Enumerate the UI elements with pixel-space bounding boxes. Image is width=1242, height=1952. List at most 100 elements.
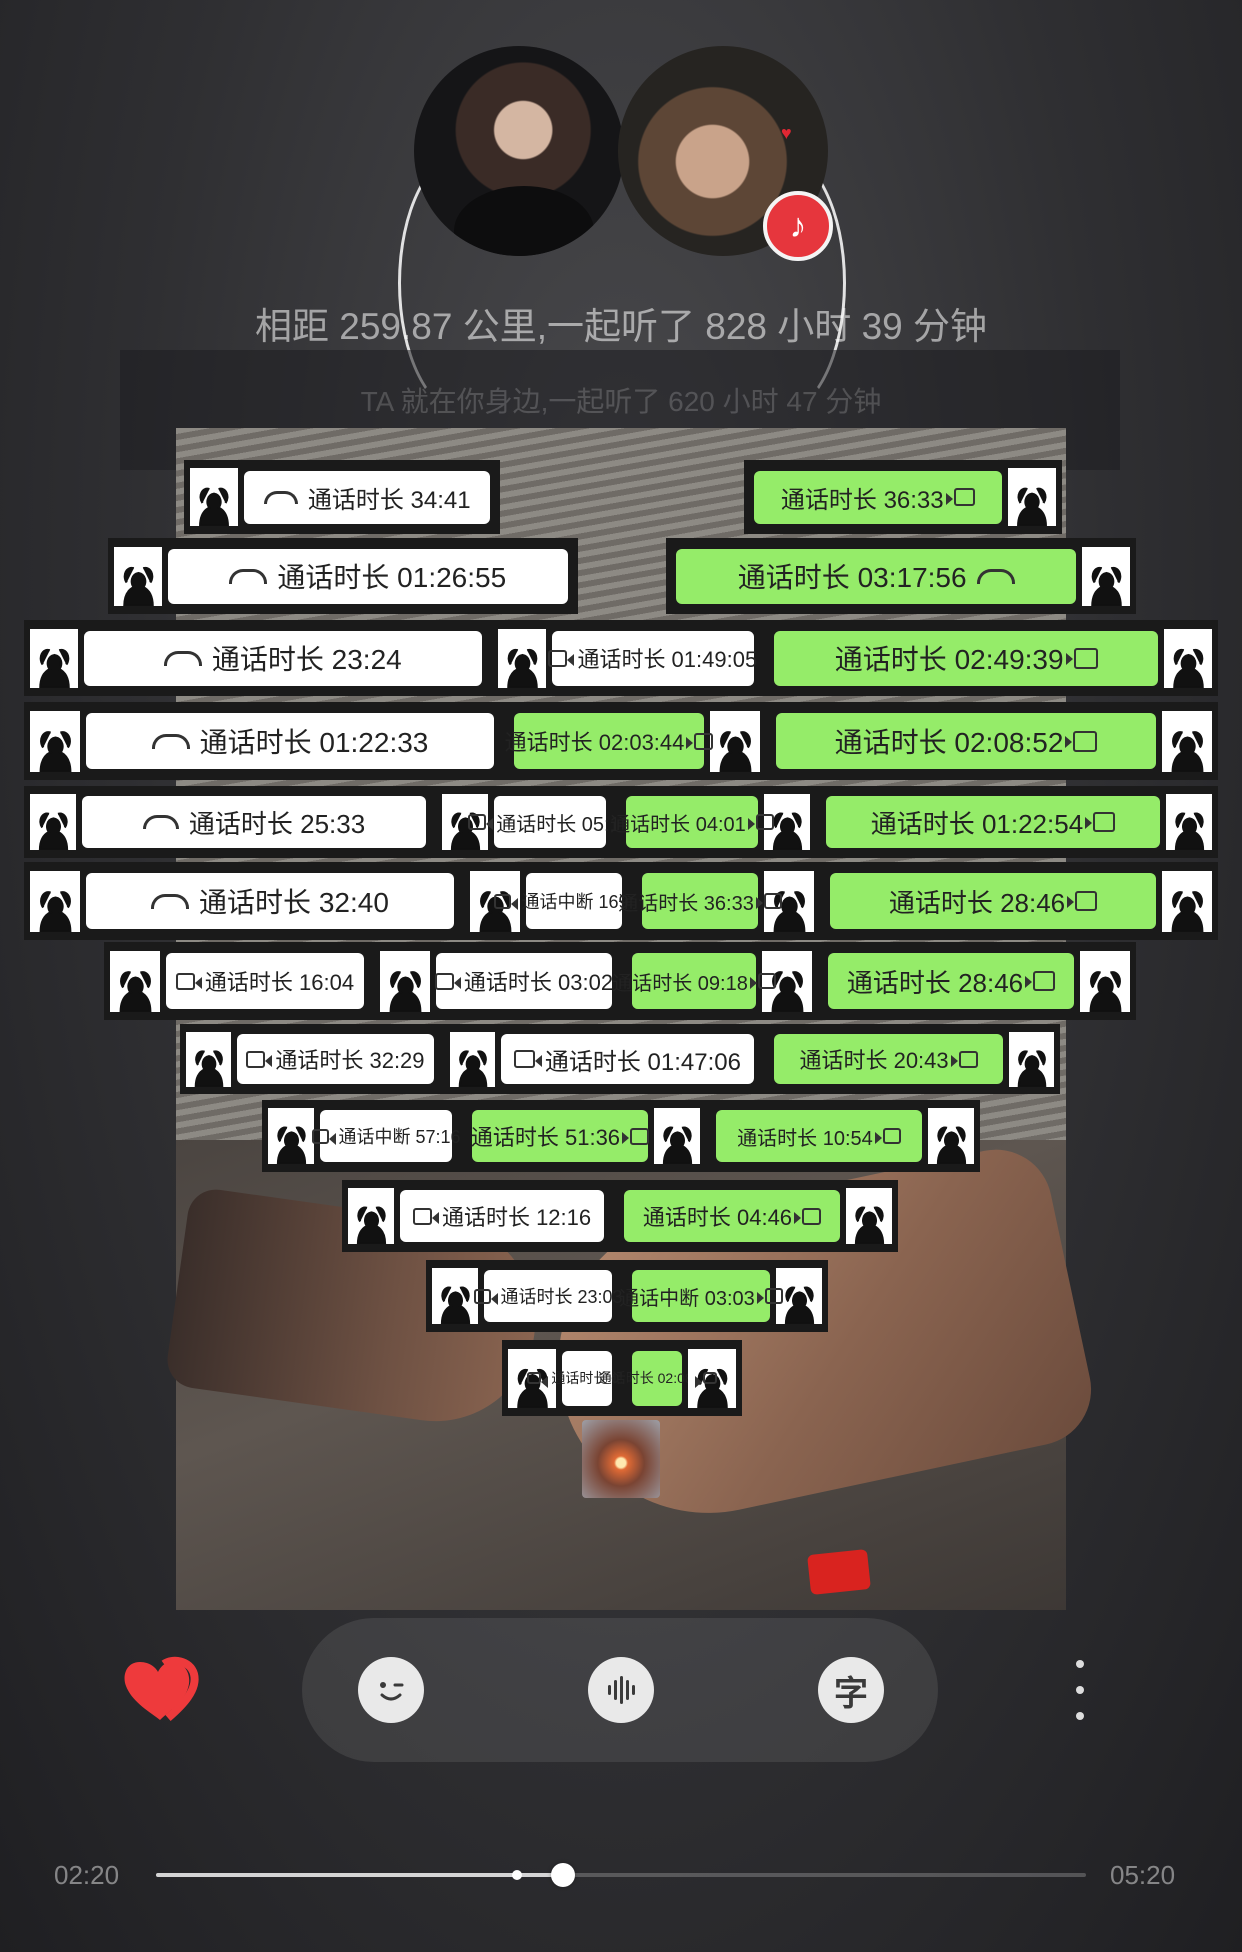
lyrics-button[interactable]: 字 (818, 1657, 884, 1723)
user-avatar-left[interactable] (414, 46, 624, 256)
contact-avatar[interactable] (1164, 628, 1212, 688)
contact-avatar[interactable] (1080, 950, 1130, 1012)
call-bubble[interactable]: 通话中断 03:03 (619, 1270, 783, 1322)
contact-avatar[interactable] (190, 468, 238, 526)
video-icon (246, 1050, 273, 1068)
contact-avatar[interactable] (450, 1031, 495, 1087)
call-bubble[interactable]: 通话时长 04:01 (610, 796, 774, 848)
phone-icon (151, 733, 190, 749)
contact-avatar[interactable] (1162, 870, 1212, 932)
call-bubble[interactable]: 通话时长 23:03 (473, 1270, 623, 1322)
call-record-tile: 通话时长 02:49:39 (764, 620, 1218, 696)
video-icon (527, 1372, 549, 1388)
call-bubble[interactable]: 通话时长 03:02 (434, 953, 613, 1009)
call-bubble[interactable]: 通话时长 25:33 (82, 796, 427, 848)
contact-avatar[interactable] (380, 950, 430, 1012)
call-bubble[interactable]: 通话时长 32:40 (86, 873, 454, 929)
contact-avatar[interactable] (1166, 794, 1212, 850)
call-bubble[interactable]: 通话中断 169:58 (494, 873, 654, 929)
call-bubble[interactable]: 通话时长 03:17:56 (676, 548, 1076, 604)
contact-avatar[interactable] (186, 1031, 231, 1087)
contact-avatar[interactable] (110, 950, 160, 1012)
phone-icon (263, 490, 298, 504)
call-bubble[interactable]: 通话时长 09:18 (612, 953, 776, 1009)
call-bubble[interactable]: 通话时长 01:22:54 (825, 796, 1160, 848)
distance-text: 相距 259.87 公里,一起听了 828 小时 39 分钟 (254, 306, 987, 347)
sound-wave-icon[interactable] (588, 1657, 654, 1723)
contact-avatar[interactable] (928, 1108, 974, 1164)
call-duration-label: 通话时长 01:22:54 (870, 808, 1084, 839)
call-duration-label: 通话时长 02:49:39 (834, 644, 1064, 675)
contact-avatar[interactable] (776, 1268, 822, 1324)
call-bubble[interactable]: 通话时长 02:03:44 (505, 713, 714, 769)
progress-track[interactable] (156, 1863, 1086, 1887)
call-bubble[interactable]: 通话中断 57:16 (311, 1110, 461, 1162)
call-record-tile: 通话时长 02:03:44 (504, 702, 766, 780)
video-icon (747, 814, 774, 831)
call-bubble[interactable]: 通话时长 32:29 (237, 1034, 434, 1084)
call-record-tile: 通话时长 01:47:06 (444, 1024, 764, 1094)
progress-knob[interactable] (550, 1863, 575, 1887)
call-duration-label: 通话时长 51:36 (470, 1125, 621, 1150)
contact-avatar[interactable] (30, 628, 78, 688)
call-bubble[interactable]: 通话时长 16:04 (166, 953, 364, 1009)
call-duration-label: 通话时长 12:16 (441, 1205, 592, 1230)
contact-avatar[interactable] (30, 710, 80, 772)
progress-marker (512, 1870, 522, 1880)
call-duration-label: 通话时长 28:46 (888, 887, 1066, 918)
contact-avatar[interactable] (30, 870, 80, 932)
call-bubble[interactable]: 通话时长 28:46 (830, 873, 1156, 929)
call-bubble[interactable]: 通话时长 12:16 (400, 1190, 605, 1242)
call-duration-label: 通话时长 01:49:05 (577, 647, 758, 672)
wink-face-icon[interactable] (358, 1657, 424, 1723)
contact-avatar[interactable] (30, 794, 76, 850)
heart-icon[interactable] (120, 1656, 202, 1726)
video-icon (1025, 971, 1056, 991)
video-icon (548, 649, 575, 667)
contact-avatar[interactable] (268, 1108, 314, 1164)
call-bubble[interactable]: 通话时长 01:22:33 (86, 713, 494, 769)
phone-icon (229, 568, 268, 584)
contact-avatar[interactable] (348, 1188, 394, 1244)
call-bubble[interactable]: 通话时长 20:43 (774, 1034, 1003, 1084)
contact-avatar[interactable] (432, 1268, 478, 1324)
call-bubble[interactable]: 通话时长 04:46 (623, 1190, 840, 1242)
video-icon (686, 732, 714, 750)
call-bubble[interactable]: 通话时长 36:33 (753, 470, 1002, 524)
contact-avatar[interactable] (654, 1108, 700, 1164)
call-duration-label: 通话时长 02:08 (597, 1370, 693, 1386)
phone-icon (976, 568, 1015, 584)
contact-avatar[interactable] (1008, 468, 1056, 526)
contact-avatar[interactable] (1082, 546, 1130, 606)
contact-avatar[interactable] (1162, 710, 1212, 772)
video-icon (468, 814, 494, 831)
call-record-tile: 通话时长 05:18 (436, 786, 632, 858)
call-duration-label: 通话时长 04:01 (610, 813, 746, 836)
video-icon (513, 1050, 542, 1068)
call-bubble[interactable]: 通话时长 36:33 (618, 873, 782, 929)
call-bubble[interactable]: 通话时长 05:18 (468, 796, 632, 848)
contact-avatar[interactable] (498, 628, 546, 688)
music-note-icon[interactable]: ♪ (763, 191, 833, 261)
call-bubble[interactable]: 通话时长 02:08:52 (776, 713, 1156, 769)
call-bubble[interactable]: 通话时长 34:41 (244, 470, 491, 524)
more-vertical-icon[interactable] (1070, 1660, 1090, 1720)
call-bubble[interactable]: 通话时长 01:26:55 (168, 548, 568, 604)
call-bubble[interactable]: 通话时长 02:08 (598, 1350, 717, 1406)
contact-avatar[interactable] (710, 710, 760, 772)
call-bubble[interactable]: 通话时长 28:46 (828, 953, 1074, 1009)
contact-avatar[interactable] (114, 546, 162, 606)
call-duration-label: 通话时长 23:03 (500, 1287, 623, 1307)
call-bubble[interactable]: 通话时长 01:47:06 (501, 1034, 754, 1084)
video-icon (1085, 812, 1116, 832)
call-bubble[interactable]: 通话时长 23:24 (84, 630, 482, 686)
video-icon (1067, 891, 1098, 911)
call-bubble[interactable]: 通话时长 51:36 (470, 1110, 650, 1162)
call-bubble[interactable]: 通话时长 10:54 (715, 1110, 922, 1162)
contact-avatar[interactable] (1009, 1031, 1054, 1087)
call-record-tile: 通话时长 01:49:05 (492, 620, 764, 696)
call-bubble[interactable]: 通话时长 01:49:05 (548, 630, 758, 686)
call-duration-label: 通话时长 01:26:55 (277, 562, 507, 593)
call-bubble[interactable]: 通话时长 02:49:39 (774, 630, 1158, 686)
contact-avatar[interactable] (846, 1188, 892, 1244)
